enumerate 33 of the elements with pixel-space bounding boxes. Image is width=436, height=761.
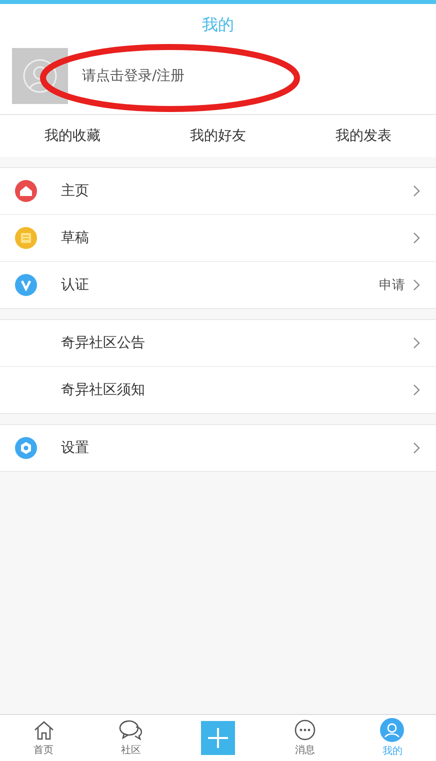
user-icon [22, 58, 58, 94]
menu-label: 奇异社区公告 [61, 334, 146, 352]
tab[interactable]: 消息 [262, 719, 349, 757]
menu-row[interactable]: 设置 [0, 425, 436, 471]
menu-row[interactable]: 认证 申请 [0, 261, 436, 308]
menu-label: 草稿 [61, 229, 90, 247]
chevron-icon [413, 232, 420, 244]
chevron-icon [413, 185, 420, 197]
quick-link[interactable]: 我的收藏 [0, 127, 146, 145]
chevron-icon [413, 279, 420, 291]
menu-label: 奇异社区须知 [61, 381, 146, 399]
home-icon [32, 719, 55, 741]
menu-label: 主页 [61, 182, 90, 200]
chevron-icon [413, 384, 420, 396]
plus-icon [207, 727, 229, 749]
page-title: 我的 [202, 15, 234, 36]
message-icon [294, 719, 316, 741]
login-link[interactable]: 请点击登录/注册 [82, 67, 185, 85]
menu-value: 申请 [379, 277, 405, 294]
menu-label: 认证 [61, 276, 90, 294]
user-icon [380, 718, 404, 742]
chevron-icon [413, 337, 420, 349]
tab[interactable]: 首页 [0, 719, 88, 757]
chat-bubbles-icon [118, 719, 143, 741]
chevron-icon [413, 442, 420, 454]
menu-row[interactable]: 草稿 [0, 214, 436, 261]
menu-row[interactable]: 奇异社区须知 [0, 366, 436, 413]
menu-row[interactable]: 奇异社区公告 [0, 320, 436, 366]
tab[interactable]: 社区 [87, 719, 174, 757]
menu-label: 设置 [61, 439, 90, 457]
quick-link[interactable]: 我的好友 [145, 127, 291, 145]
quick-link[interactable]: 我的发表 [290, 127, 436, 145]
menu-row[interactable]: 主页 [0, 168, 436, 214]
